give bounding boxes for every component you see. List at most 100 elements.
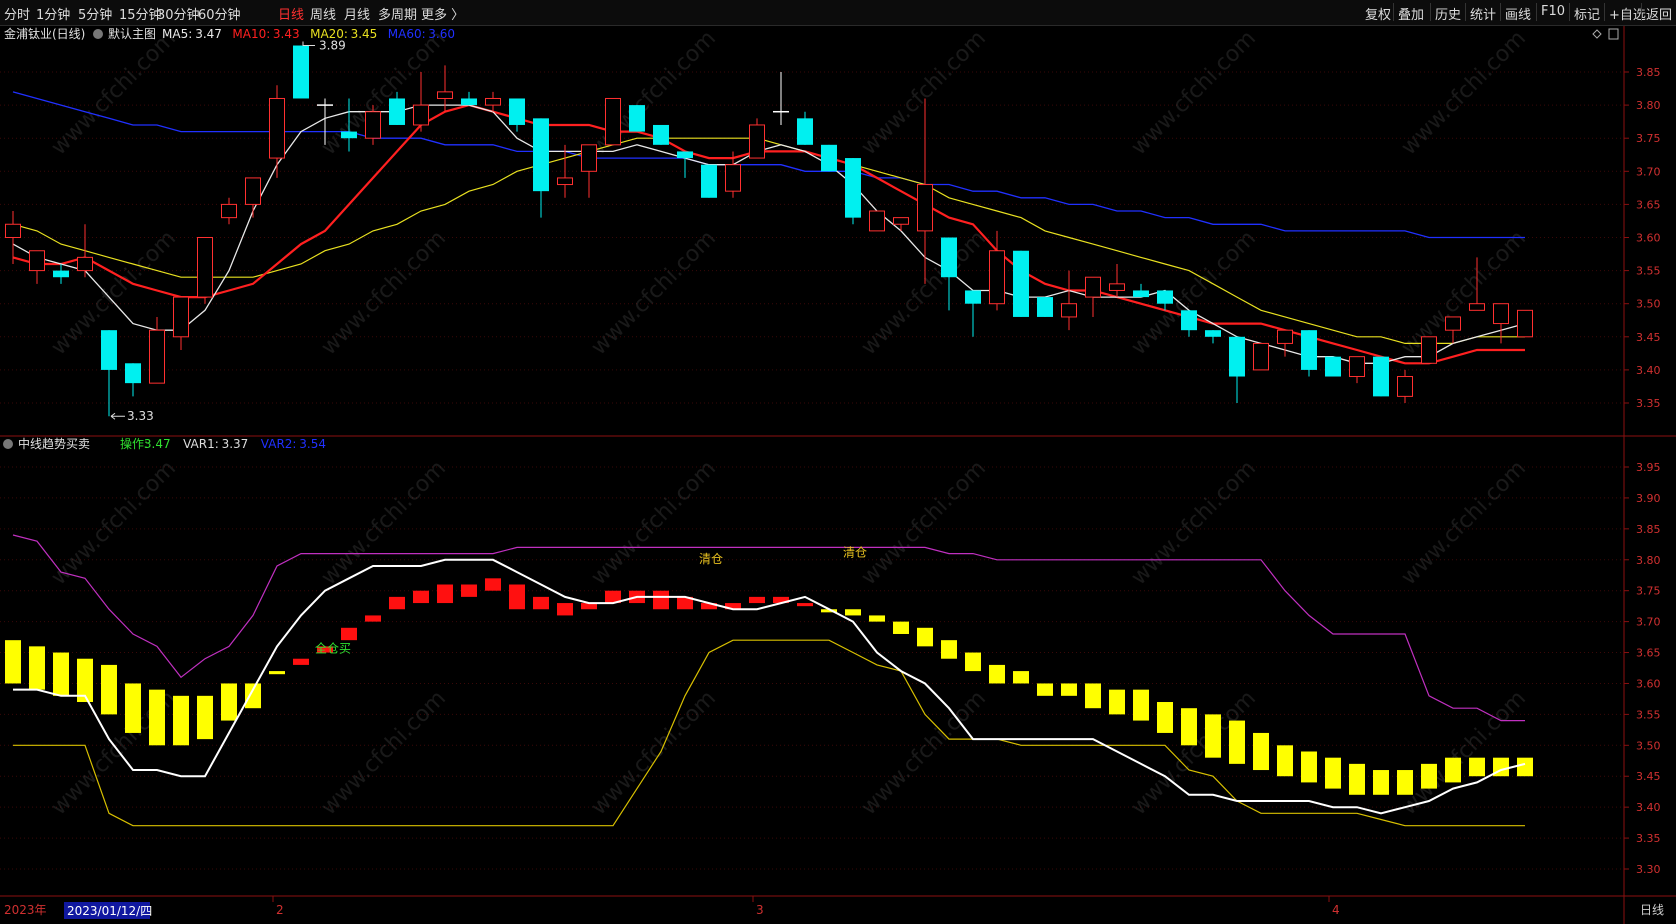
sub-y-tick-label: 3.80 — [1636, 554, 1661, 567]
trend-bar — [917, 627, 933, 647]
candle-body — [1469, 303, 1485, 311]
toolbar-separator — [1604, 3, 1605, 21]
main-y-tick-label: 3.70 — [1636, 165, 1661, 178]
sub-y-tick-label: 3.65 — [1636, 647, 1661, 660]
period-tab-7[interactable]: 周线 — [310, 4, 336, 23]
trend-bar — [1037, 683, 1053, 696]
candle-body — [509, 98, 525, 125]
trend-bar — [101, 664, 117, 715]
candle-body — [53, 270, 69, 278]
trend-bar — [389, 596, 405, 610]
candle-body — [461, 98, 477, 106]
trend-bar — [1277, 745, 1293, 777]
period-tab-4[interactable]: 30分钟 — [157, 4, 200, 23]
main-y-tick-label: 3.50 — [1636, 298, 1661, 311]
candle-body — [269, 97, 285, 159]
trend-bar — [53, 652, 69, 696]
candle-body — [1253, 342, 1269, 371]
trend-bar — [749, 596, 765, 604]
period-tab-1[interactable]: 1分钟 — [36, 4, 70, 23]
toolbar-button-8[interactable]: 返回 — [1646, 4, 1672, 23]
kline-chart: 3.85 3.80 3.75 3.70 3.65 3.60 3.55 3.50 3.45 3.40… — [0, 26, 1676, 924]
trend-bar — [893, 621, 909, 634]
trend-bar — [797, 603, 813, 607]
trend-bar — [1325, 757, 1341, 789]
trend-bar — [221, 683, 237, 721]
candle-body — [1085, 276, 1101, 298]
candle-body — [893, 217, 909, 225]
trend-bar — [1445, 757, 1461, 783]
candle-body — [1325, 356, 1341, 377]
period-tab-5[interactable]: 60分钟 — [198, 4, 241, 23]
trend-bar — [533, 596, 549, 610]
trend-bar — [1061, 683, 1077, 696]
trend-bar — [557, 603, 573, 616]
candle-body — [413, 104, 429, 126]
toolbar-button-1[interactable]: 叠加 — [1398, 4, 1424, 23]
candle-body — [1229, 336, 1245, 377]
ma-indicator-name: MA60: — [388, 27, 426, 41]
sub-y-tick-label: 3.75 — [1636, 585, 1661, 598]
ma-indicator-value: 3.43 — [273, 27, 300, 41]
sub-y-tick-label: 3.70 — [1636, 616, 1661, 629]
toolbar-button-0[interactable]: 复权 — [1365, 4, 1391, 23]
trend-bar — [197, 695, 213, 740]
trend-bar — [1013, 671, 1029, 684]
candle-body — [1397, 376, 1413, 397]
candle-body — [1349, 356, 1365, 378]
candle-body — [677, 151, 693, 159]
trend-bar — [653, 590, 669, 610]
candle-body — [149, 329, 165, 384]
trend-bar — [245, 683, 261, 709]
trend-bar — [1085, 683, 1101, 709]
candle-body — [533, 118, 549, 192]
trend-bar — [1229, 720, 1245, 764]
trend-bar — [1181, 708, 1197, 746]
sub-y-tick-label: 3.40 — [1636, 801, 1661, 814]
trend-bar — [365, 615, 381, 622]
period-tab-9[interactable]: 多周期 — [378, 4, 417, 23]
trend-bar — [413, 590, 429, 604]
trend-bar — [1397, 770, 1413, 795]
toolbar-button-3[interactable]: 统计 — [1470, 4, 1496, 23]
candle-body — [245, 177, 261, 205]
period-tab-2[interactable]: 5分钟 — [78, 4, 112, 23]
toolbar-button-2[interactable]: 历史 — [1435, 4, 1461, 23]
candle-body — [365, 111, 381, 139]
signal-label: 全仓买 — [315, 641, 351, 656]
toolbar-button-5[interactable]: F10 — [1541, 4, 1565, 19]
toolbar-button-6[interactable]: 标记 — [1574, 4, 1600, 23]
candle-body — [389, 98, 405, 125]
x-period-label: 日线 — [1640, 903, 1664, 917]
candle-body — [1445, 316, 1461, 331]
sub-indicator-value: 3.54 — [299, 437, 326, 451]
candle-body — [1421, 336, 1437, 364]
trend-bar — [509, 584, 525, 610]
sub-indicator-value: 3.37 — [222, 437, 249, 451]
main-y-tick-label: 3.60 — [1636, 232, 1661, 245]
period-tab-0[interactable]: 分时 — [4, 4, 30, 23]
candle-body — [1301, 330, 1317, 370]
sub-indicator-name: VAR2: — [261, 437, 297, 451]
candle-body — [941, 237, 957, 278]
template-dropdown-icon — [93, 29, 103, 39]
toolbar-separator — [1465, 3, 1466, 21]
main-y-tick-label: 3.40 — [1636, 364, 1661, 377]
signal-label: 清仓 — [843, 546, 867, 560]
ma-indicator-value: 3.60 — [428, 27, 455, 41]
candle-body — [5, 223, 21, 238]
trend-bar — [5, 640, 21, 684]
candle-body — [701, 164, 717, 198]
x-year-label: 2023年 — [4, 903, 47, 917]
toolbar-button-4[interactable]: 画线 — [1505, 4, 1531, 23]
trend-bar — [1469, 757, 1485, 777]
period-tab-8[interactable]: 月线 — [344, 4, 370, 23]
sub-panel-title: 中线趋势买卖 — [18, 436, 90, 451]
period-tab-6[interactable]: 日线 — [278, 4, 304, 23]
candle-body — [965, 290, 981, 304]
candle-body — [605, 97, 621, 146]
period-tab-3[interactable]: 15分钟 — [119, 4, 162, 23]
candle-body — [485, 97, 501, 106]
candle-body — [749, 124, 765, 159]
period-tab-10[interactable]: 更多 〉 — [421, 4, 464, 23]
